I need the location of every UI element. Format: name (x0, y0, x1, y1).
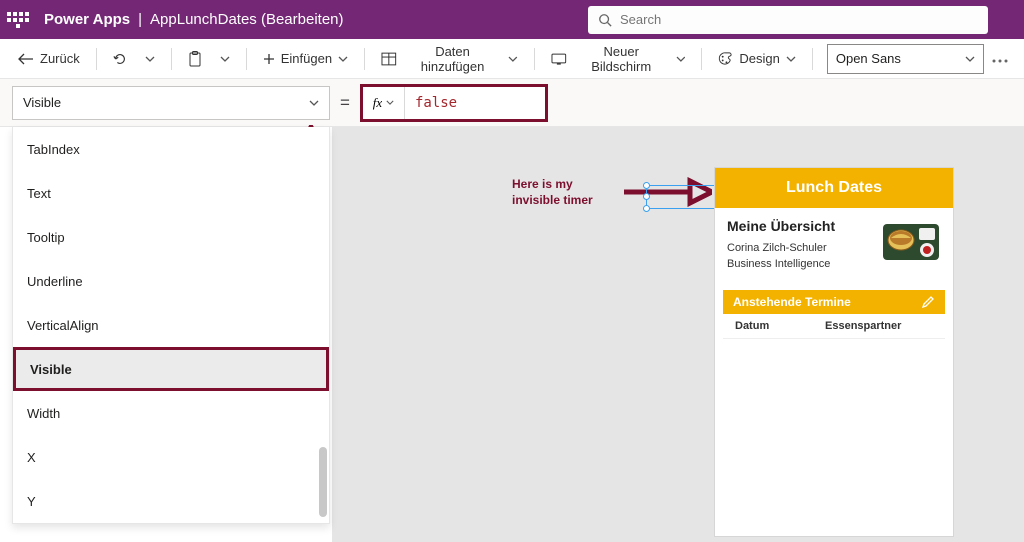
annotation-label: Here is my invisible timer (512, 177, 593, 208)
resize-handle[interactable] (643, 193, 650, 200)
insert-label: Einfügen (281, 51, 332, 66)
search-box[interactable] (588, 6, 988, 34)
palette-icon (718, 51, 733, 66)
separator (364, 48, 365, 70)
screen-icon (551, 53, 567, 65)
font-selector[interactable]: Open Sans (827, 44, 984, 74)
edit-icon[interactable] (921, 295, 935, 309)
search-input[interactable] (620, 12, 978, 27)
table-icon (381, 52, 397, 66)
property-item-x[interactable]: X (13, 435, 329, 479)
back-button[interactable]: Zurück (10, 44, 88, 74)
insert-button[interactable]: Einfügen (255, 44, 356, 74)
separator (246, 48, 247, 70)
separator (171, 48, 172, 70)
clipboard-icon (188, 51, 202, 67)
property-item-text[interactable]: Text (13, 171, 329, 215)
separator (812, 48, 813, 70)
appointments-header: Anstehende Termine (723, 290, 945, 314)
app-launcher-icon[interactable] (6, 8, 30, 32)
design-label: Design (739, 51, 779, 66)
document-title: AppLunchDates (Bearbeiten) (150, 11, 343, 28)
brand-name: Power Apps (44, 11, 130, 28)
separator (96, 48, 97, 70)
chevron-down-icon (786, 56, 796, 62)
new-screen-button[interactable]: Neuer Bildschirm (543, 44, 693, 74)
chevron-down-icon (508, 56, 518, 62)
property-item-tabindex[interactable]: TabIndex (13, 127, 329, 171)
paste-chevron[interactable] (212, 44, 238, 74)
formula-box: fx (360, 84, 548, 122)
property-item-verticalalign[interactable]: VerticalAlign (13, 303, 329, 347)
col-datum: Datum (735, 320, 825, 332)
table-body (723, 338, 945, 458)
property-item-width[interactable]: Width (13, 391, 329, 435)
resize-handle[interactable] (643, 182, 650, 189)
equals-sign: = (340, 93, 350, 113)
add-data-button[interactable]: Daten hinzufügen (373, 44, 526, 74)
user-name: Corina Zilch-Schuler (727, 242, 835, 254)
paste-button[interactable] (180, 44, 210, 74)
property-dropdown-list[interactable]: TabIndexTextTooltipUnderlineVerticalAlig… (12, 127, 330, 524)
title-separator: | (138, 11, 142, 28)
appointments-title: Anstehende Termine (733, 295, 851, 309)
property-item-tooltip[interactable]: Tooltip (13, 215, 329, 259)
separator (534, 48, 535, 70)
chevron-down-icon (220, 56, 230, 62)
chevron-down-icon (676, 56, 686, 62)
command-bar: Zurück Einfügen Daten hinzufügen Neuer B… (0, 39, 1024, 79)
app-header: Lunch Dates (715, 168, 953, 208)
property-item-visible[interactable]: Visible (13, 347, 329, 391)
arrow-left-icon (18, 53, 34, 65)
annotation-line2: invisible timer (512, 193, 593, 209)
app-preview-screen[interactable]: Lunch Dates Meine Übersicht Corina Zilch… (714, 167, 954, 537)
more-icon (992, 59, 1008, 63)
fx-label: fx (373, 95, 382, 111)
chevron-down-icon (309, 100, 319, 106)
undo-chevron[interactable] (137, 44, 163, 74)
col-partner: Essenspartner (825, 320, 901, 332)
scrollbar-thumb[interactable] (319, 447, 327, 517)
font-name: Open Sans (836, 51, 901, 66)
lunch-tray-icon (881, 218, 941, 264)
design-button[interactable]: Design (710, 44, 803, 74)
resize-handle[interactable] (643, 205, 650, 212)
new-screen-label: Neuer Bildschirm (573, 44, 670, 74)
property-item-underline[interactable]: Underline (13, 259, 329, 303)
property-selector-value: Visible (23, 95, 61, 110)
chevron-down-icon (145, 56, 155, 62)
overview-heading: Meine Übersicht (727, 218, 835, 234)
fx-button[interactable]: fx (363, 87, 405, 119)
table-column-header: Datum Essenspartner (715, 314, 953, 338)
undo-icon (113, 52, 127, 66)
chevron-down-icon (965, 56, 975, 62)
property-item-y[interactable]: Y (13, 479, 329, 523)
add-data-label: Daten hinzufügen (403, 44, 503, 74)
back-label: Zurück (40, 51, 80, 66)
formula-input[interactable] (405, 87, 545, 119)
annotation-line1: Here is my (512, 177, 593, 193)
property-selector[interactable]: Visible (12, 86, 330, 120)
plus-icon (263, 53, 275, 65)
search-icon (598, 13, 612, 27)
separator (701, 48, 702, 70)
user-role: Business Intelligence (727, 258, 835, 270)
more-button[interactable] (986, 51, 1014, 66)
chevron-down-icon (386, 100, 394, 105)
chevron-down-icon (338, 56, 348, 62)
design-canvas[interactable]: Here is my invisible timer Lunch Dates M… (332, 127, 1024, 542)
undo-button[interactable] (105, 44, 135, 74)
